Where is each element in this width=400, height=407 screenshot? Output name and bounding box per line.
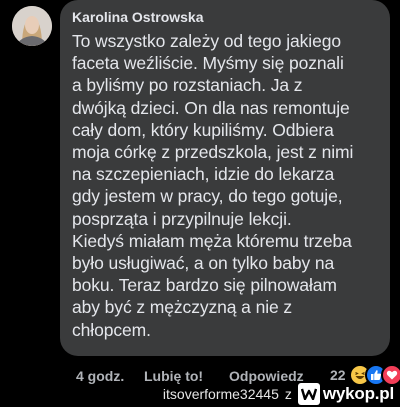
wykop-watermark: itsoverforme32445 z wykop.pl: [163, 381, 394, 407]
profile-photo: [12, 6, 52, 46]
comment-timestamp[interactable]: 4 godz.: [76, 368, 124, 384]
wykop-logo-icon: [297, 383, 320, 405]
watermark-site: wykop.pl: [322, 384, 394, 403]
avatar[interactable]: [12, 6, 52, 46]
watermark-username: itsoverforme32445: [162, 386, 279, 402]
watermark-separator: z: [284, 386, 292, 402]
comment-bubble: Karolina Ostrowska To wszystko zależy od…: [60, 0, 390, 356]
comment-text: To wszystko zależy od tego jakiego facet…: [72, 31, 354, 340]
comment-author-name[interactable]: Karolina Ostrowska: [72, 9, 378, 26]
